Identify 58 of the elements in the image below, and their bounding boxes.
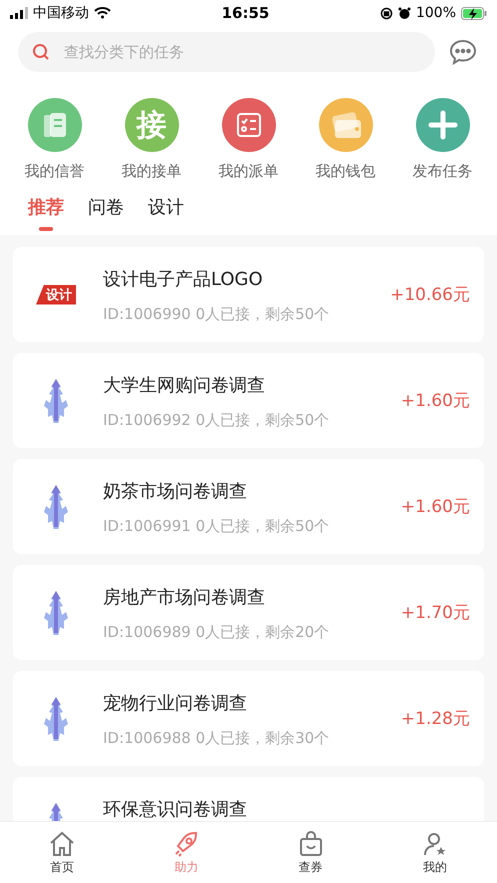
task-reward: +1.60元 (400, 390, 470, 412)
chat-bubble-icon[interactable] (449, 39, 477, 65)
task-title: 设计电子产品LOGO (103, 268, 264, 291)
category-tab[interactable]: 问卷 (88, 195, 124, 223)
wifi-icon (94, 7, 111, 19)
task-meta: ID:1006988 0人已接，剩余30个 (103, 729, 330, 748)
category-tab[interactable]: 设计 (148, 195, 184, 223)
task-meta: ID:1006989 0人已接，剩余20个 (103, 623, 330, 642)
clock-time: 16:55 (222, 4, 270, 22)
nav-tab[interactable]: 查券 (270, 822, 351, 883)
nav-tab[interactable]: 我的 (394, 822, 475, 883)
search-input[interactable]: 查找分类下的任务 (62, 42, 421, 62)
battery-charging-icon (461, 6, 487, 20)
carrier-name: 中国移动 (33, 4, 89, 22)
task-title: 奶茶市场问卷调查 (103, 480, 248, 503)
search-field[interactable]: 查找分类下的任务 (18, 32, 435, 72)
task-reward: +10.66元 (390, 284, 470, 306)
shortcut-label[interactable]: 发布任务 (412, 162, 472, 181)
shortcut-label[interactable]: 我的钱包 (316, 162, 376, 181)
rotation-lock-icon (380, 6, 393, 20)
shortcut-label[interactable]: 我的接单 (122, 162, 182, 181)
task-card[interactable]: 房地产市场问卷调查 ID:1006989 0人已接，剩余20个 +1.70元 (13, 565, 484, 660)
task-reward: +1.70元 (400, 602, 470, 624)
task-title: 房地产市场问卷调查 (103, 586, 266, 609)
task-card[interactable]: 宠物行业问卷调查 ID:1006988 0人已接，剩余30个 +1.28元 (13, 671, 484, 766)
task-title: 大学生网购问卷调查 (103, 374, 266, 397)
task-meta: ID:1006992 0人已接，剩余50个 (103, 411, 330, 430)
shopping-bag-icon (298, 831, 324, 857)
tab-indicator (39, 227, 53, 231)
shortcut-icon-circle[interactable] (222, 98, 276, 152)
search-icon (32, 43, 50, 61)
task-card[interactable]: 设计 设计电子产品LOGO ID:1006990 0人已接，剩余50个 +10.66元 (13, 247, 484, 342)
task-reward: +1.28元 (400, 708, 470, 730)
task-title: 宠物行业问卷调查 (103, 692, 248, 715)
document-icon (42, 111, 68, 139)
task-card[interactable]: 大学生网购问卷调查 ID:1006992 0人已接，剩余50个 +1.60元 (13, 353, 484, 448)
alarm-icon (398, 6, 411, 20)
task-meta: ID:1006991 0人已接，剩余50个 (103, 517, 330, 536)
category-tab[interactable]: 推荐 (28, 195, 64, 223)
shortcut-icon-circle[interactable] (416, 98, 470, 152)
battery-percent: 100% (416, 5, 456, 21)
home-icon (49, 831, 76, 857)
nav-tab[interactable]: 首页 (22, 822, 102, 883)
rocket-icon (173, 831, 200, 857)
shortcut-label[interactable]: 我的信誉 (24, 162, 84, 181)
shortcut-label[interactable]: 我的派单 (218, 162, 278, 181)
plus-icon (428, 110, 458, 140)
task-title: 环保意识问卷调查 (103, 798, 248, 821)
task-card[interactable]: 环保意识问卷调查 (13, 777, 484, 821)
shortcut-icon-circle[interactable] (28, 98, 82, 152)
user-star-icon (422, 831, 448, 857)
task-meta: ID:1006990 0人已接，剩余50个 (103, 305, 330, 324)
task-card[interactable]: 奶茶市场问卷调查 ID:1006991 0人已接，剩余50个 +1.60元 (13, 459, 484, 554)
checklist-icon (236, 112, 262, 138)
design-logo: 设计 (36, 284, 76, 304)
signal-icon (10, 7, 28, 19)
task-reward: +1.60元 (400, 496, 470, 518)
shortcut-icon-circle[interactable] (318, 98, 372, 152)
